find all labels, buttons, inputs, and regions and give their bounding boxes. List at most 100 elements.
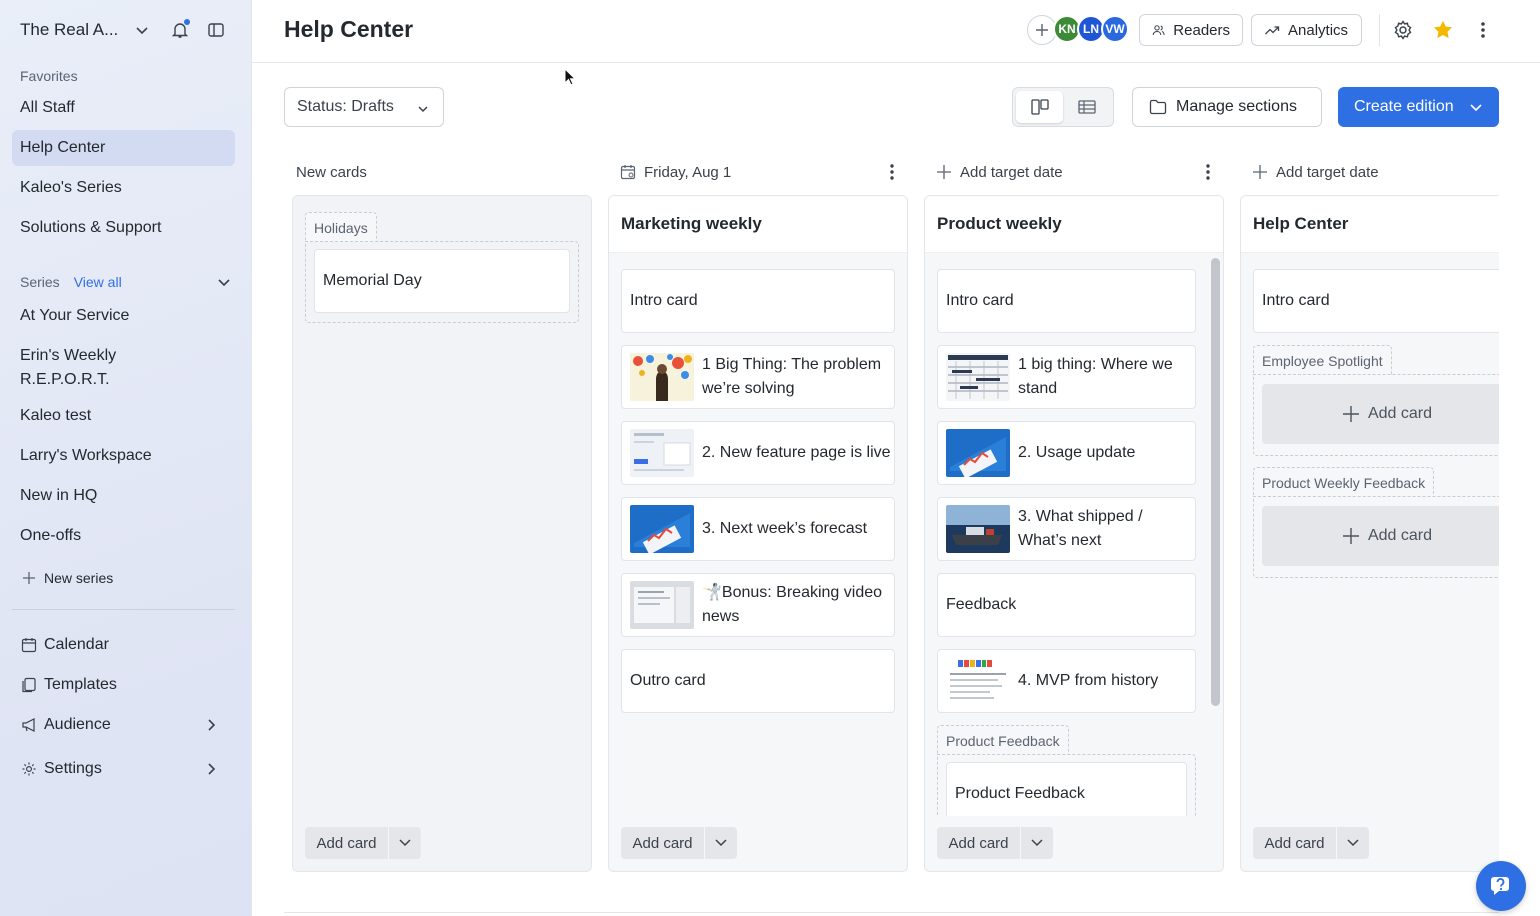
add-card-placeholder[interactable]: Add card xyxy=(1262,506,1499,566)
chevron-down-icon[interactable] xyxy=(705,827,737,859)
create-edition-button[interactable]: Create edition xyxy=(1338,87,1499,127)
chevron-down-icon[interactable] xyxy=(216,274,232,290)
group-label[interactable]: Product Feedback xyxy=(937,725,1069,755)
card-title: Intro card xyxy=(946,292,1014,309)
col2-add-target-date[interactable]: Add target date xyxy=(936,160,1063,184)
status-filter-value: Status: Drafts xyxy=(297,98,394,115)
sidebar-item-solutions-support[interactable]: Solutions & Support xyxy=(12,210,235,246)
card[interactable]: 3. Next week’s forecast xyxy=(621,497,895,561)
chevron-down-icon xyxy=(417,103,429,115)
group-label[interactable]: Employee Spotlight xyxy=(1253,345,1392,375)
board-view-button[interactable] xyxy=(1016,91,1063,123)
plus-icon xyxy=(20,569,38,587)
more-vertical-icon[interactable] xyxy=(882,160,902,184)
card[interactable]: 2. Usage update xyxy=(937,421,1196,485)
new-series-button[interactable]: New series xyxy=(12,560,235,596)
card-title: 3. What shipped / What’s next xyxy=(1018,508,1143,549)
card[interactable]: 3. What shipped / What’s next xyxy=(937,497,1196,561)
card[interactable]: Intro card xyxy=(937,269,1196,333)
sidebar-item-all-staff[interactable]: All Staff xyxy=(12,90,235,126)
workspace-name[interactable]: The Real A... xyxy=(20,20,118,40)
sidebar-item-at-your-service[interactable]: At Your Service xyxy=(12,298,235,334)
analytics-button[interactable]: Analytics xyxy=(1251,14,1362,46)
card-thumbnail xyxy=(946,657,1010,705)
card[interactable]: 1 Big Thing: The problem we’re solving xyxy=(621,345,895,409)
add-card-split-button: Add card xyxy=(305,827,421,859)
status-filter-select[interactable]: Status: Drafts xyxy=(284,87,444,127)
card[interactable]: 1 big thing: Where we stand xyxy=(937,345,1196,409)
card[interactable]: Intro card xyxy=(621,269,895,333)
column-scrollbar[interactable] xyxy=(1211,258,1220,706)
chevron-down-icon[interactable] xyxy=(1469,102,1483,114)
card[interactable]: Memorial Day xyxy=(314,249,570,313)
sidebar-item-calendar[interactable]: Calendar xyxy=(12,627,235,663)
sidebar-item-label: Kaleo test xyxy=(20,407,92,424)
edition-title[interactable]: Marketing weekly xyxy=(609,196,907,253)
sidebar-item-label: At Your Service xyxy=(20,307,130,324)
sidebar-toggle-icon[interactable] xyxy=(204,18,228,42)
manage-sections-button[interactable]: Manage sections xyxy=(1132,87,1322,127)
more-vertical-icon[interactable] xyxy=(1471,18,1495,42)
avatar[interactable]: VW xyxy=(1101,15,1129,43)
group-label[interactable]: Product Weekly Feedback xyxy=(1253,467,1435,497)
chevron-down-icon[interactable] xyxy=(1021,827,1053,859)
card[interactable]: 2. New feature page is live xyxy=(621,421,895,485)
card-thumbnail xyxy=(630,505,694,553)
folder-icon xyxy=(1149,99,1167,115)
sidebar-item-settings[interactable]: Settings xyxy=(12,751,235,787)
page-header: Help Center KN LN VW Readers Analytics xyxy=(252,0,1540,63)
col3-add-target-date[interactable]: Add target date xyxy=(1252,160,1379,184)
bell-icon[interactable] xyxy=(168,18,192,42)
card[interactable]: Outro card xyxy=(621,649,895,713)
card[interactable]: Feedback xyxy=(937,573,1196,637)
table-icon xyxy=(1077,100,1096,114)
view-toggle xyxy=(1012,87,1114,127)
view-all-link[interactable]: View all xyxy=(74,274,122,290)
card-title: Outro card xyxy=(630,672,706,689)
chevron-down-icon[interactable] xyxy=(130,18,154,42)
target-date-label: Friday, Aug 1 xyxy=(644,163,732,181)
notification-dot xyxy=(184,19,190,25)
sidebar-item-help-center[interactable]: Help Center xyxy=(12,130,235,166)
add-card-placeholder[interactable]: Add card xyxy=(1262,384,1499,444)
sidebar-item-erins-weekly[interactable]: Erin's Weekly R.E.P.O.R.T. xyxy=(12,338,152,390)
sidebar-item-one-offs[interactable]: One-offs xyxy=(12,518,235,554)
series-heading: Series View all xyxy=(20,274,232,290)
add-card-button[interactable]: Add card xyxy=(621,827,705,859)
help-chat-button[interactable] xyxy=(1476,861,1526,911)
col1-target-date[interactable]: Friday, Aug 1 xyxy=(620,160,731,184)
readers-label: Readers xyxy=(1173,21,1230,39)
sidebar-item-audience[interactable]: Audience xyxy=(12,707,235,743)
mouse-cursor xyxy=(564,68,576,86)
sidebar-item-kaleos-series[interactable]: Kaleo's Series xyxy=(12,170,235,206)
edition-column: Help Center Intro card Employee Spotligh… xyxy=(1240,195,1499,872)
calendar-icon xyxy=(20,636,38,654)
add-card-button[interactable]: Add card xyxy=(937,827,1021,859)
card[interactable]: 4. MVP from history xyxy=(937,649,1196,713)
card[interactable]: 🤺Bonus: Breaking video news xyxy=(621,573,895,637)
star-icon[interactable] xyxy=(1431,18,1455,42)
group-label[interactable]: Holidays xyxy=(305,212,377,242)
card[interactable]: Intro card xyxy=(1253,269,1499,333)
gear-icon[interactable] xyxy=(1391,18,1415,42)
sidebar-item-kaleo-test[interactable]: Kaleo test xyxy=(12,398,235,434)
edition-title[interactable]: Help Center xyxy=(1241,196,1499,253)
more-vertical-icon[interactable] xyxy=(1198,160,1218,184)
edition-title[interactable]: Product weekly xyxy=(925,196,1223,253)
calendar-icon xyxy=(620,165,636,180)
add-card-button[interactable]: Add card xyxy=(305,827,389,859)
sidebar-item-larrys-workspace[interactable]: Larry's Workspace xyxy=(12,438,235,474)
table-view-button[interactable] xyxy=(1063,91,1110,123)
card-title: 🤺Bonus: Breaking video news xyxy=(702,584,883,625)
chevron-down-icon[interactable] xyxy=(1337,827,1369,859)
chevron-down-icon[interactable] xyxy=(389,827,421,859)
megaphone-icon xyxy=(20,716,38,734)
sidebar-item-new-in-hq[interactable]: New in HQ xyxy=(12,478,235,514)
edition-column: Marketing weekly Intro card 1 Big Thing:… xyxy=(608,195,908,872)
add-card-split-button: Add card xyxy=(937,827,1053,859)
sidebar-item-templates[interactable]: Templates xyxy=(12,667,235,703)
readers-button[interactable]: Readers xyxy=(1139,14,1243,46)
trend-up-icon xyxy=(1265,26,1280,35)
sidebar-item-label: Settings xyxy=(44,760,102,777)
add-card-button[interactable]: Add card xyxy=(1253,827,1337,859)
